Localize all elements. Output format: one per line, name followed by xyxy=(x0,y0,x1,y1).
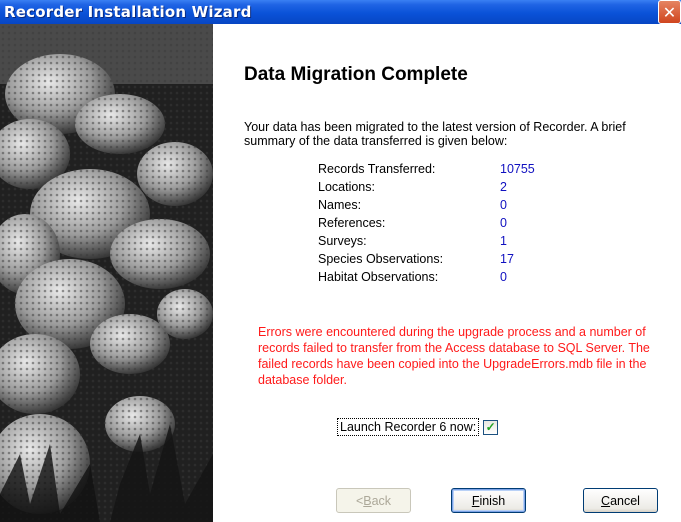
summary-row: Surveys: 1 xyxy=(318,234,535,252)
cancel-button-mnemonic: C xyxy=(601,493,611,508)
finish-button-rest: inish xyxy=(479,493,506,508)
summary-value: 17 xyxy=(500,252,514,266)
summary-value: 0 xyxy=(500,198,507,212)
launch-label[interactable]: Launch Recorder 6 now: xyxy=(337,418,480,436)
close-button[interactable]: ✕ xyxy=(658,0,681,24)
summary-row: Records Transferred: 10755 xyxy=(318,162,535,180)
checkmark-icon: ✓ xyxy=(485,419,496,434)
summary-label: References: xyxy=(318,216,386,230)
summary-label: Habitat Observations: xyxy=(318,270,439,284)
summary-label: Surveys: xyxy=(318,234,367,248)
wizard-side-image xyxy=(0,24,213,522)
back-button-prefix: < xyxy=(355,493,364,508)
page-title: Data Migration Complete xyxy=(244,64,468,85)
back-button-mnemonic: B xyxy=(363,493,372,508)
summary-value: 1 xyxy=(500,234,507,248)
window-title: Recorder Installation Wizard xyxy=(4,3,252,21)
summary-label: Names: xyxy=(318,198,362,212)
finish-button[interactable]: Finish xyxy=(451,488,526,513)
launch-option[interactable]: Launch Recorder 6 now: ✓ xyxy=(337,418,499,436)
summary-row: Species Observations: 17 xyxy=(318,252,535,270)
summary-label: Records Transferred: xyxy=(318,162,436,176)
summary-value: 2 xyxy=(500,180,507,194)
summary-value: 0 xyxy=(500,216,507,230)
summary-value: 10755 xyxy=(500,162,535,176)
summary-table: Records Transferred: 10755 Locations: 2 … xyxy=(318,162,535,288)
back-button-rest: ack xyxy=(371,493,392,508)
summary-row: References: 0 xyxy=(318,216,535,234)
summary-label: Locations: xyxy=(318,180,375,194)
summary-value: 0 xyxy=(500,270,507,284)
launch-checkbox[interactable]: ✓ xyxy=(483,419,499,435)
finish-button-mnemonic: F xyxy=(471,493,480,508)
close-icon: ✕ xyxy=(662,2,677,22)
summary-row: Locations: 2 xyxy=(318,180,535,198)
summary-label: Species Observations: xyxy=(318,252,444,266)
summary-row: Names: 0 xyxy=(318,198,535,216)
error-message: Errors were encountered during the upgra… xyxy=(258,325,650,387)
intro-text: Your data has been migrated to the lates… xyxy=(244,120,626,148)
cancel-button-rest: ancel xyxy=(610,493,640,508)
back-button[interactable]: < Back xyxy=(336,488,411,513)
title-bar[interactable]: Recorder Installation Wizard ✕ xyxy=(0,0,681,24)
summary-row: Habitat Observations: 0 xyxy=(318,270,535,288)
cancel-button[interactable]: Cancel xyxy=(583,488,658,513)
